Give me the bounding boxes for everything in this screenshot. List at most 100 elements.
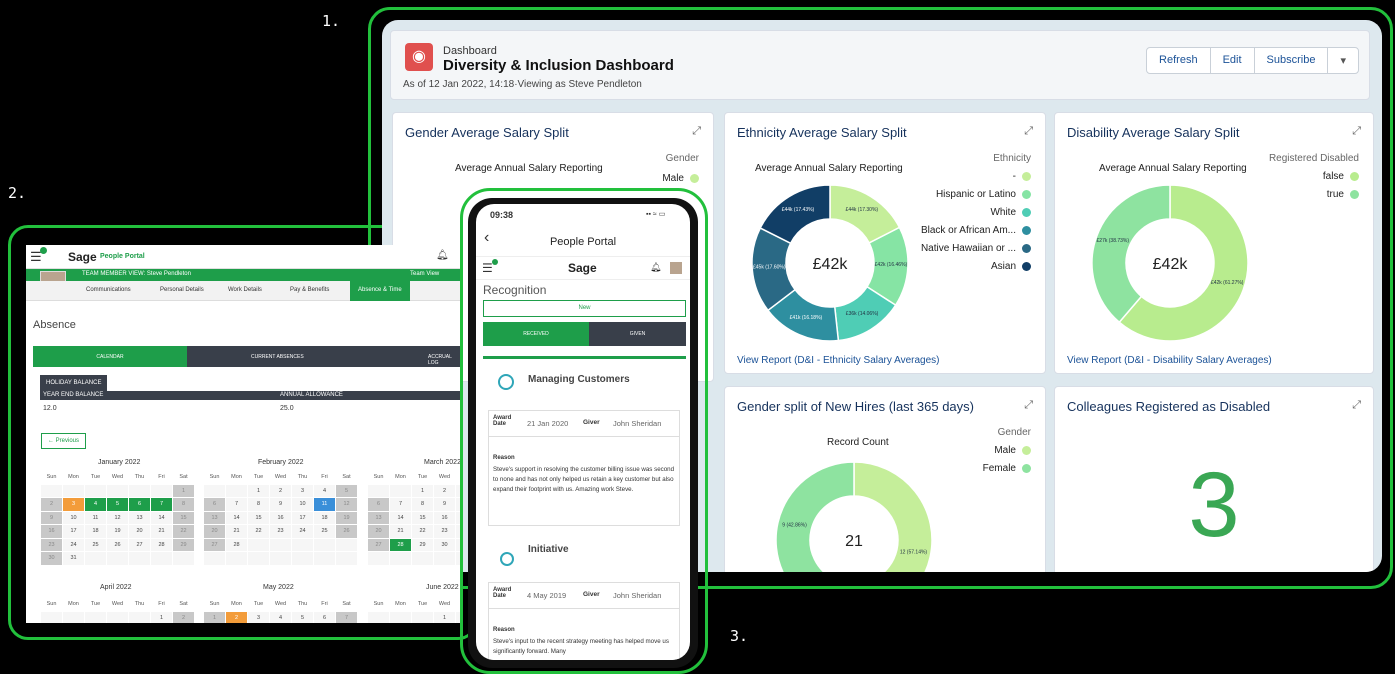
calendar-day[interactable] xyxy=(129,552,150,565)
calendar-day[interactable]: 6 xyxy=(129,498,150,511)
tab-given[interactable]: GIVEN xyxy=(589,322,686,346)
calendar-day[interactable]: 24 xyxy=(292,525,313,538)
calendar-day[interactable]: 9 xyxy=(41,511,62,524)
calendar-day[interactable]: 28 xyxy=(390,538,411,551)
calendar-day[interactable]: 6 xyxy=(204,498,225,511)
calendar-day[interactable]: 24 xyxy=(63,538,84,551)
calendar-day[interactable]: 13 xyxy=(204,511,225,524)
calendar-day[interactable]: 7 xyxy=(151,498,172,511)
refresh-button[interactable]: Refresh xyxy=(1147,48,1211,73)
calendar-day[interactable]: 29 xyxy=(412,538,433,551)
calendar-day[interactable] xyxy=(368,484,389,497)
calendar-day[interactable] xyxy=(226,484,247,497)
view-report-link[interactable]: View Report (D&I - Disability Salary Ave… xyxy=(1067,355,1272,366)
calendar-day[interactable]: 17 xyxy=(63,525,84,538)
calendar-day[interactable] xyxy=(314,538,335,551)
calendar-day[interactable]: 21 xyxy=(390,525,411,538)
calendar-day[interactable] xyxy=(248,552,269,565)
calendar-day[interactable]: 1 xyxy=(204,611,225,623)
calendar-day[interactable]: 10 xyxy=(63,511,84,524)
expand-icon[interactable]: ⤢ xyxy=(1024,399,1033,412)
calendar-day[interactable]: 26 xyxy=(336,525,357,538)
expand-icon[interactable]: ⤢ xyxy=(692,125,701,138)
calendar-day[interactable] xyxy=(151,552,172,565)
calendar-day[interactable]: 22 xyxy=(412,525,433,538)
calendar-day[interactable]: 2 xyxy=(41,498,62,511)
calendar-day[interactable]: 11 xyxy=(314,498,335,511)
calendar-day[interactable]: 14 xyxy=(390,511,411,524)
calendar-day[interactable]: 8 xyxy=(173,498,194,511)
calendar-day[interactable]: 6 xyxy=(368,498,389,511)
calendar-day[interactable]: 21 xyxy=(151,525,172,538)
calendar-day[interactable] xyxy=(314,552,335,565)
calendar-day[interactable] xyxy=(129,484,150,497)
calendar-day[interactable] xyxy=(151,484,172,497)
calendar-day[interactable]: 21 xyxy=(226,525,247,538)
calendar-day[interactable]: 27 xyxy=(129,538,150,551)
calendar-day[interactable] xyxy=(107,484,128,497)
calendar-day[interactable]: 22 xyxy=(248,525,269,538)
calendar-day[interactable]: 14 xyxy=(151,511,172,524)
donut-slice[interactable] xyxy=(1091,184,1171,324)
calendar-day[interactable] xyxy=(41,484,62,497)
calendar-day[interactable] xyxy=(412,552,433,565)
calendar-day[interactable]: 1 xyxy=(412,484,433,497)
calendar-day[interactable]: 1 xyxy=(151,611,172,623)
calendar-day[interactable]: 9 xyxy=(434,498,455,511)
calendar-day[interactable] xyxy=(434,552,455,565)
calendar-day[interactable]: 18 xyxy=(85,525,106,538)
calendar-day[interactable]: 14 xyxy=(226,511,247,524)
calendar-day[interactable]: 10 xyxy=(292,498,313,511)
calendar-day[interactable] xyxy=(63,484,84,497)
calendar-day[interactable]: 3 xyxy=(248,611,269,623)
calendar-day[interactable] xyxy=(368,552,389,565)
edit-button[interactable]: Edit xyxy=(1211,48,1255,73)
calendar-day[interactable] xyxy=(41,611,62,623)
calendar-day[interactable]: 25 xyxy=(314,525,335,538)
calendar-day[interactable]: 27 xyxy=(204,538,225,551)
calendar-day[interactable] xyxy=(412,611,433,623)
calendar-day[interactable]: 31 xyxy=(63,552,84,565)
calendar-day[interactable]: 4 xyxy=(314,484,335,497)
calendar-day[interactable]: 19 xyxy=(107,525,128,538)
calendar-day[interactable]: 12 xyxy=(336,498,357,511)
calendar-day[interactable]: 30 xyxy=(41,552,62,565)
calendar-day[interactable]: 16 xyxy=(41,525,62,538)
calendar-day[interactable]: 1 xyxy=(248,484,269,497)
expand-icon[interactable]: ⤢ xyxy=(1352,399,1361,412)
calendar-day[interactable]: 1 xyxy=(173,484,194,497)
calendar-day[interactable]: 26 xyxy=(107,538,128,551)
nav-pay-benefits[interactable]: Pay & Benefits xyxy=(290,287,329,293)
nav-absence-time[interactable]: Absence & Time xyxy=(350,281,410,301)
calendar-day[interactable] xyxy=(336,552,357,565)
calendar-day[interactable]: 2 xyxy=(173,611,194,623)
expand-icon[interactable]: ⤢ xyxy=(1024,125,1033,138)
calendar-day[interactable]: 20 xyxy=(368,525,389,538)
calendar-day[interactable] xyxy=(63,611,84,623)
more-menu-button[interactable]: ▾ xyxy=(1328,48,1358,73)
calendar-day[interactable]: 2 xyxy=(434,484,455,497)
bell-icon[interactable]: 🔔︎ xyxy=(436,250,449,261)
calendar-day[interactable]: 1 xyxy=(434,611,455,623)
calendar-day[interactable]: 28 xyxy=(226,538,247,551)
calendar-day[interactable]: 25 xyxy=(85,538,106,551)
calendar-day[interactable] xyxy=(204,552,225,565)
tab-current-absences[interactable]: CURRENT ABSENCES xyxy=(251,354,304,360)
calendar-day[interactable]: 11 xyxy=(85,511,106,524)
calendar-day[interactable]: 4 xyxy=(270,611,291,623)
calendar-day[interactable]: 8 xyxy=(412,498,433,511)
calendar-day[interactable] xyxy=(292,552,313,565)
calendar-day[interactable] xyxy=(368,611,389,623)
calendar-day[interactable]: 5 xyxy=(336,484,357,497)
calendar-day[interactable]: 5 xyxy=(107,498,128,511)
calendar-day[interactable]: 3 xyxy=(292,484,313,497)
view-report-link[interactable]: View Report (D&I - Ethnicity Salary Aver… xyxy=(737,355,940,366)
calendar-day[interactable]: 7 xyxy=(390,498,411,511)
calendar-day[interactable] xyxy=(129,611,150,623)
bell-icon[interactable]: 🔔︎ xyxy=(650,262,661,273)
calendar-day[interactable]: 30 xyxy=(434,538,455,551)
calendar-day[interactable]: 8 xyxy=(248,498,269,511)
calendar-day[interactable]: 20 xyxy=(129,525,150,538)
calendar-day[interactable] xyxy=(390,552,411,565)
calendar-day[interactable]: 9 xyxy=(270,498,291,511)
